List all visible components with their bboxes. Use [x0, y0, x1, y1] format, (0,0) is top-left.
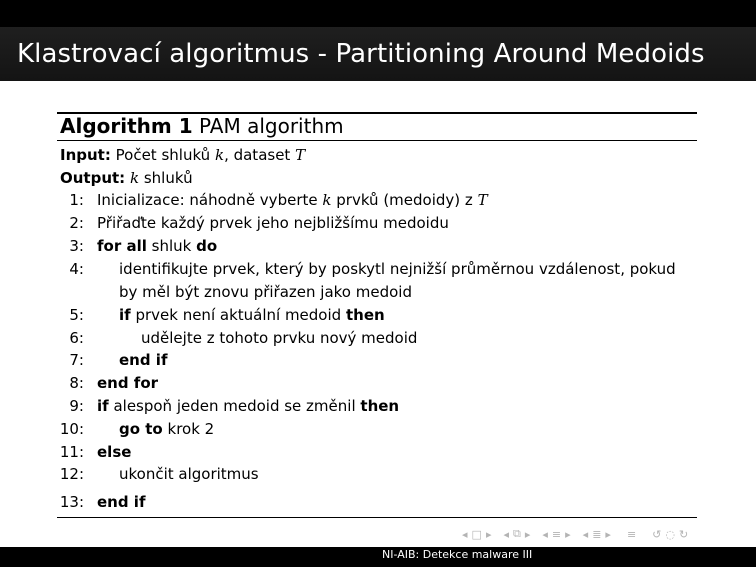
output-text: shluků	[143, 169, 193, 187]
algorithm-line-6: udělejte z tohoto prvku nový medoid	[141, 329, 418, 347]
section-icon[interactable]: ≡	[552, 528, 561, 541]
algorithm-line-12: ukončit algoritmus	[119, 465, 259, 483]
line-number: 1:	[69, 191, 84, 209]
algorithm-line-4: identifikujte prvek, který by poskytl ne…	[119, 260, 676, 278]
nav-next-frame-icon[interactable]: ▸	[486, 528, 492, 541]
algorithm-output: Output: k shluků	[60, 169, 193, 187]
line-number: 9:	[69, 397, 84, 415]
footer-text: NI-AIB: Detekce malware III	[382, 548, 533, 561]
line-text: Inicializace: náhodně vyberte	[97, 191, 318, 209]
top-bar	[0, 0, 756, 27]
forward-icon[interactable]: ↻	[679, 528, 688, 541]
algorithm-line-10: go to krok 2	[119, 420, 214, 438]
input-var-k: k	[214, 146, 225, 164]
keyword: then	[360, 397, 400, 415]
line-text: shluk	[151, 237, 192, 255]
algorithm-line-4-continued: by měl být znovu přiřazen jako medoid	[119, 283, 412, 301]
line-number: 11:	[59, 443, 84, 461]
input-var-t: T	[295, 146, 306, 164]
line-text: prvek není aktuální medoid	[135, 306, 342, 324]
nav-prev-part-icon[interactable]: ◂	[583, 528, 589, 541]
algorithm-line-3: for all shluk do	[97, 237, 217, 255]
subsection-icon[interactable]: ⧉	[513, 527, 521, 541]
line-var-k: k	[322, 191, 332, 209]
footer-bar	[0, 547, 756, 567]
search-icon[interactable]: ↺	[652, 528, 661, 541]
algorithm-line-8: end for	[97, 374, 159, 392]
nav-next-section-icon[interactable]: ▸	[565, 528, 571, 541]
algorithm-line-7: end if	[119, 351, 168, 369]
line-number: 2:	[69, 214, 84, 232]
input-text-b: , dataset	[224, 146, 291, 164]
nav-next-part-icon[interactable]: ▸	[605, 528, 611, 541]
keyword: for all	[97, 237, 147, 255]
line-number: 8:	[69, 374, 84, 392]
algorithm-line-11: else	[97, 443, 132, 461]
keyword: if	[119, 306, 131, 324]
frame-icon[interactable]: □	[472, 528, 482, 541]
nav-next-subsection-icon[interactable]: ▸	[525, 528, 531, 541]
appendix-icon[interactable]: ≡	[627, 528, 636, 541]
line-number: 6:	[69, 329, 84, 347]
line-text: alespoň jeden medoid se změnil	[113, 397, 356, 415]
line-number: 4:	[69, 260, 84, 278]
keyword: then	[345, 306, 385, 324]
nav-prev-frame-icon[interactable]: ◂	[462, 528, 468, 541]
algorithm-line-2: Přiřaďte každý prvek jeho nejbližšímu me…	[97, 214, 449, 232]
algorithm-caption: Algorithm 1 PAM algorithm	[60, 114, 344, 138]
line-text: prvků (medoidy) z	[336, 191, 473, 209]
algorithm-label: Algorithm 1	[60, 114, 193, 138]
line-number: 5:	[69, 306, 84, 324]
slide-title: Klastrovací algoritmus - Partitioning Ar…	[17, 39, 705, 69]
line-number: 12:	[59, 465, 84, 483]
keyword: if	[97, 397, 109, 415]
line-number: 13:	[59, 493, 84, 511]
part-icon[interactable]: ≣	[592, 528, 601, 541]
line-number: 7:	[69, 351, 84, 369]
algorithm-line-5: if prvek není aktuální medoid then	[119, 306, 385, 324]
algorithm-bottom-rule	[57, 517, 697, 518]
algorithm-line-1: Inicializace: náhodně vyberte k prvků (m…	[97, 191, 488, 209]
line-number: 10:	[59, 420, 84, 438]
input-label: Input:	[60, 146, 111, 164]
algorithm-input: Input: Počet shluků k, dataset T	[60, 146, 305, 164]
nav-prev-section-icon[interactable]: ◂	[542, 528, 548, 541]
nav-prev-subsection-icon[interactable]: ◂	[503, 528, 509, 541]
algorithm-line-13: end if	[97, 493, 146, 511]
line-text: krok 2	[167, 420, 215, 438]
keyword: do	[196, 237, 218, 255]
algorithm-mid-rule	[57, 140, 697, 141]
back-icon[interactable]: ◌	[665, 528, 675, 541]
input-text-a: Počet shluků	[115, 146, 211, 164]
output-var-k: k	[129, 169, 140, 187]
line-var-t: T	[477, 191, 488, 209]
algorithm-name: PAM algorithm	[199, 114, 344, 138]
keyword: go to	[119, 420, 163, 438]
algorithm-line-9: if alespoň jeden medoid se změnil then	[97, 397, 399, 415]
navigation-bar: ◂ □ ▸ ◂ ⧉ ▸ ◂ ≡ ▸ ◂ ≣ ▸ ≡ ↺ ◌ ↻	[462, 521, 756, 547]
output-label: Output:	[60, 169, 126, 187]
line-number: 3:	[69, 237, 84, 255]
